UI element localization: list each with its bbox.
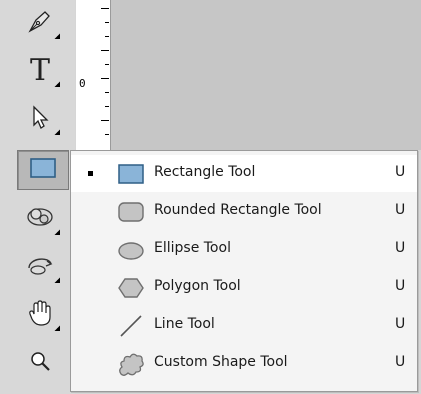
flyout-indicator-icon <box>54 277 60 283</box>
flyout-indicator-icon <box>54 229 60 235</box>
flyout-indicator-icon <box>54 325 60 331</box>
ruler-tick <box>101 50 109 51</box>
ruler-tick <box>105 22 109 23</box>
ruler-tick <box>105 106 109 107</box>
menu-item-custom-shape-tool[interactable]: Custom Shape Tool U <box>71 345 417 382</box>
menu-item-label: Polygon Tool <box>154 278 241 294</box>
custom-shape-icon <box>113 349 149 379</box>
3d-orbit-tool-button[interactable] <box>14 246 66 288</box>
menu-item-shortcut: U <box>395 278 406 294</box>
menu-item-label: Ellipse Tool <box>154 240 231 256</box>
menu-item-label: Custom Shape Tool <box>154 354 288 370</box>
menu-item-shortcut: U <box>395 316 406 332</box>
ruler-tick <box>101 120 109 121</box>
type-tool-button[interactable]: T <box>14 50 66 92</box>
pen-tool-button[interactable] <box>14 2 66 44</box>
menu-item-label: Line Tool <box>154 316 215 332</box>
hand-icon <box>27 299 53 331</box>
rounded-rectangle-icon <box>113 197 149 227</box>
menu-item-shortcut: U <box>395 164 406 180</box>
shape-tools-flyout-menu: Rectangle Tool U Rounded Rectangle Tool … <box>70 150 418 392</box>
flyout-indicator-icon <box>54 33 60 39</box>
document-canvas-area <box>111 0 421 150</box>
menu-item-shortcut: U <box>395 354 406 370</box>
ellipse-icon <box>113 235 149 265</box>
flyout-indicator-icon <box>54 81 60 87</box>
ruler-tick <box>105 36 109 37</box>
rectangle-shape-tool-button[interactable] <box>17 150 69 190</box>
arrow-icon <box>29 104 51 134</box>
menu-item-polygon-tool[interactable]: Polygon Tool U <box>71 269 417 306</box>
3d-rotate-tool-button[interactable] <box>14 198 66 240</box>
tools-panel: T <box>0 0 75 394</box>
ruler-tick <box>101 78 109 79</box>
menu-item-rounded-rectangle-tool[interactable]: Rounded Rectangle Tool U <box>71 193 417 230</box>
menu-item-label: Rectangle Tool <box>154 164 256 180</box>
vertical-ruler: 0 <box>76 0 111 150</box>
3d-object-icon <box>25 204 55 234</box>
rectangle-icon <box>113 159 149 189</box>
magnifier-icon <box>28 349 52 377</box>
menu-item-shortcut: U <box>395 202 406 218</box>
path-selection-tool-button[interactable] <box>14 98 66 140</box>
menu-item-line-tool[interactable]: Line Tool U <box>71 307 417 344</box>
menu-item-label: Rounded Rectangle Tool <box>154 202 322 218</box>
menu-item-shortcut: U <box>395 240 406 256</box>
menu-item-rectangle-tool[interactable]: Rectangle Tool U <box>71 155 417 192</box>
3d-orbit-icon <box>25 252 55 282</box>
ruler-tick <box>105 134 109 135</box>
menu-item-ellipse-tool[interactable]: Ellipse Tool U <box>71 231 417 268</box>
pen-icon <box>27 8 53 38</box>
polygon-icon <box>113 273 149 303</box>
ruler-tick <box>105 92 109 93</box>
photoshop-workspace: T 0 Rectangle Tool U Rounded Rectangle T… <box>0 0 421 394</box>
ruler-tick <box>101 8 109 9</box>
flyout-indicator-icon <box>54 129 60 135</box>
line-icon <box>113 311 149 341</box>
zoom-tool-button[interactable] <box>14 342 66 384</box>
type-icon: T <box>29 53 50 88</box>
selected-bullet-icon <box>88 171 93 176</box>
ruler-zero-label: 0 <box>79 77 86 90</box>
rectangle-icon <box>29 157 57 183</box>
hand-tool-button[interactable] <box>14 294 66 336</box>
ruler-tick <box>105 64 109 65</box>
